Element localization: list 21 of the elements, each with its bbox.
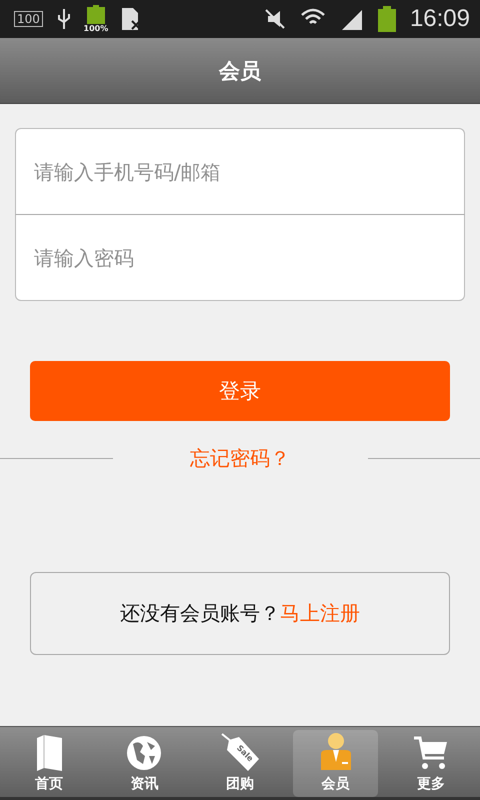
signal-icon — [340, 8, 364, 30]
usb-icon — [56, 7, 71, 31]
tab-item[interactable]: 首页 — [6, 730, 92, 797]
register-link[interactable]: 马上注册 — [280, 600, 360, 627]
globe-icon — [125, 734, 164, 772]
sim-card-icon — [120, 7, 141, 31]
clock-time: 16:09 — [410, 5, 470, 33]
tab-item[interactable]: 资讯 — [102, 730, 188, 797]
member-icon — [318, 732, 353, 772]
tab-item[interactable]: 更多 — [388, 730, 474, 797]
password-input[interactable]: 请输入密码 — [16, 215, 464, 300]
page-title: 会员 — [219, 58, 261, 84]
tab-item[interactable]: 会员 — [292, 730, 378, 797]
account-input[interactable]: 请输入手机号码/邮箱 — [16, 129, 464, 214]
battery-charge-indicator: 100% — [84, 5, 107, 33]
forgot-password-link[interactable]: 忘记密码？ — [112, 445, 368, 472]
battery-icon — [378, 6, 396, 32]
register-prompt: 还没有会员账号？ — [120, 600, 280, 627]
storage-indicator: 100 — [14, 11, 43, 27]
muted-speaker-icon — [264, 8, 286, 30]
login-button[interactable]: 登录 — [30, 361, 450, 421]
